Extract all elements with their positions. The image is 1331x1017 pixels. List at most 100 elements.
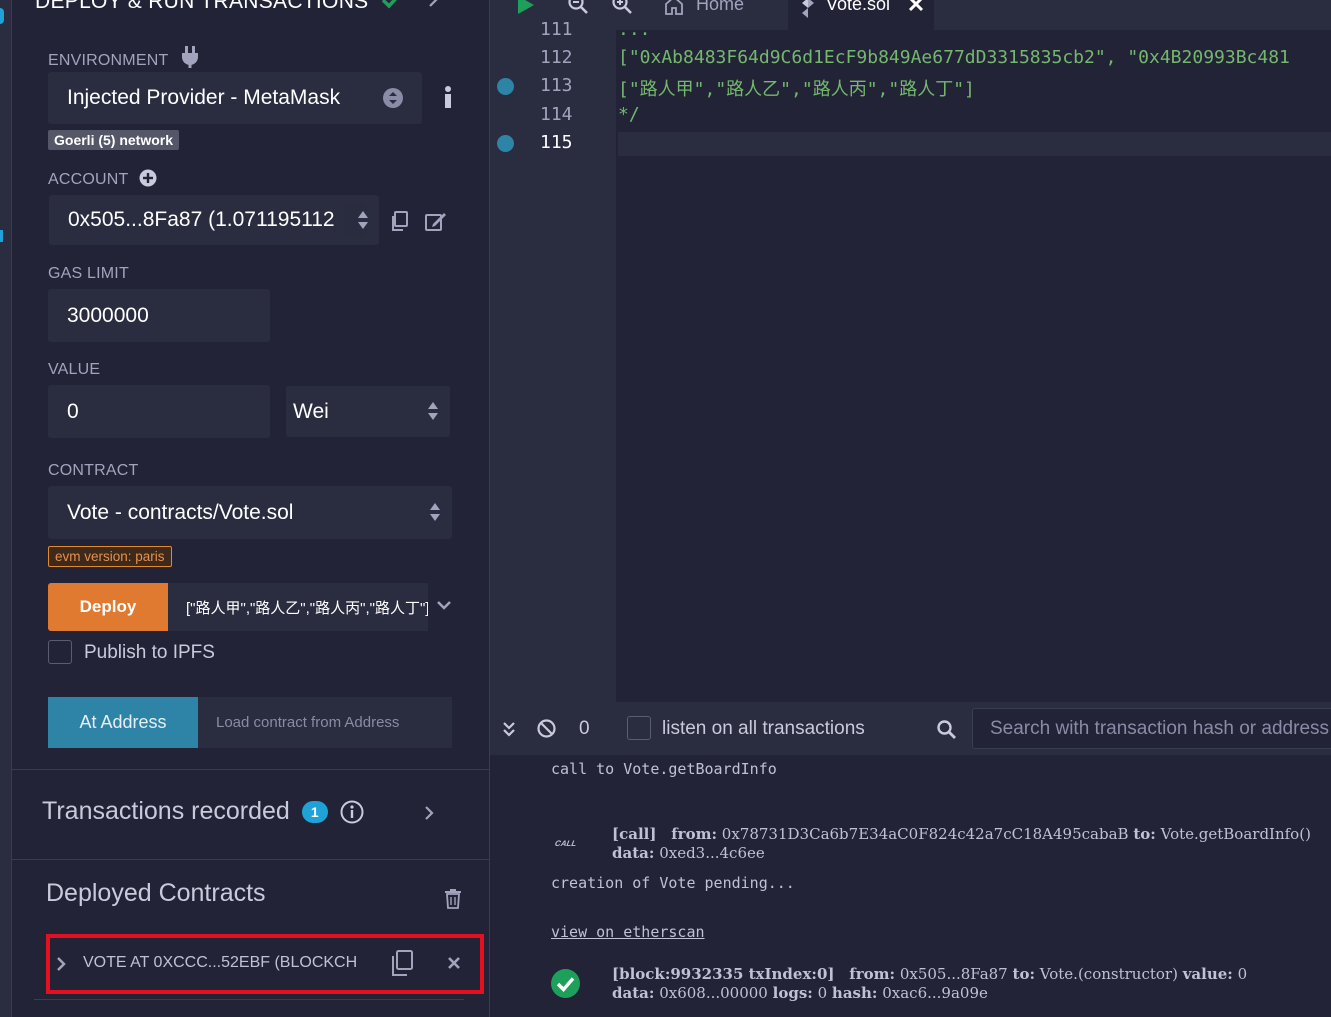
icon-sidebar: [0, 0, 12, 1017]
tab-vote-sol[interactable]: Vote.sol: [788, 0, 934, 30]
plugin-indicator: [0, 230, 3, 242]
deploy-button[interactable]: Deploy: [48, 583, 168, 631]
deploy-run-panel: DEPLOY & RUN TRANSACTIONS ENVIRONMENT In…: [12, 0, 489, 1017]
select-arrows-icon: [430, 503, 440, 521]
transactions-recorded-row[interactable]: Transactions recorded 1: [42, 797, 364, 826]
success-check-icon: [551, 969, 580, 998]
value-input[interactable]: 0: [48, 385, 270, 438]
value-unit: Wei: [293, 399, 329, 423]
etherscan-link[interactable]: view on etherscan: [551, 923, 705, 941]
tx-head: [block:9932335 txIndex:0]: [612, 965, 835, 983]
tx-from: 0x505...8Fa87: [899, 965, 1008, 983]
divider: [34, 999, 464, 1000]
account-label-row: ACCOUNT: [48, 169, 157, 189]
value-label: VALUE: [48, 361, 101, 378]
divider: [12, 859, 489, 860]
environment-label-row: ENVIRONMENT: [48, 46, 199, 70]
trash-icon[interactable]: [445, 889, 461, 909]
line-gutter: [490, 30, 616, 702]
zoom-in-icon[interactable]: [612, 0, 632, 14]
call-log-line2: data: 0xed3...4c6ee: [612, 844, 765, 862]
at-address-button[interactable]: At Address: [48, 697, 198, 748]
account-label: ACCOUNT: [48, 171, 129, 188]
chevron-right-icon[interactable]: [56, 956, 66, 972]
tx-hash: 0xac6...9a09e: [882, 984, 988, 1002]
current-line-highlight: [618, 132, 1331, 156]
breakpoint-marker[interactable]: [497, 78, 514, 95]
collapse-terminal-icon[interactable]: [502, 721, 516, 737]
clear-console-icon[interactable]: [537, 719, 556, 738]
home-icon: [665, 0, 683, 15]
value-unit-select[interactable]: Wei: [286, 386, 450, 437]
tx-data: 0x608...00000: [659, 984, 768, 1002]
transaction-search-input[interactable]: Search with transaction hash or address: [972, 708, 1331, 749]
chevron-right-icon[interactable]: [427, 0, 439, 8]
tab-vote-sol-label: Vote.sol: [826, 0, 891, 14]
contract-value: Vote - contracts/Vote.sol: [67, 500, 294, 524]
add-account-icon[interactable]: [139, 169, 157, 187]
plug-icon: [181, 46, 198, 68]
close-icon[interactable]: [447, 956, 461, 970]
divider: [12, 769, 489, 770]
contract-select[interactable]: Vote - contracts/Vote.sol: [48, 486, 452, 539]
from-label: from:: [671, 825, 718, 843]
log-call-line: call to Vote.getBoardInfo: [551, 760, 777, 778]
panel-title-row: DEPLOY & RUN TRANSACTIONS: [35, 0, 439, 14]
info-circle-icon[interactable]: [340, 800, 364, 824]
gas-limit-input[interactable]: 3000000: [48, 289, 270, 342]
code-line[interactable]: ...: [618, 19, 651, 40]
deployed-contract-item[interactable]: VOTE AT 0XCCC...52EBF (BLOCKCH: [46, 934, 484, 994]
account-select[interactable]: 0x505...8Fa87 (1.071195112: [49, 195, 379, 245]
value-amount: 0: [67, 399, 79, 423]
zoom-out-icon[interactable]: [568, 0, 588, 14]
deploy-args-input[interactable]: ["路人甲","路人乙","路人丙","路人丁"]: [168, 583, 428, 631]
listen-all-label: listen on all transactions: [662, 718, 865, 739]
call-tag: CALL: [554, 839, 578, 848]
logs-label: logs:: [772, 984, 813, 1002]
search-placeholder: Search with transaction hash or address: [990, 717, 1330, 739]
tx-to: Vote.(constructor): [1039, 965, 1178, 983]
to-label: to:: [1133, 825, 1156, 843]
transactions-count-badge: 1: [301, 800, 328, 823]
hash-label: hash:: [831, 984, 878, 1002]
call-head: [call]: [612, 825, 657, 843]
publish-ipfs-checkbox[interactable]: [48, 640, 72, 664]
tab-home[interactable]: Home: [664, 0, 744, 15]
chevron-right-icon[interactable]: [423, 805, 435, 821]
call-from: 0x78731D3Ca6b7E34aC0F824c42a7cC18A495cab…: [721, 825, 1129, 843]
at-address-input[interactable]: Load contract from Address: [198, 697, 452, 748]
chevron-down-icon[interactable]: [436, 600, 452, 612]
gas-limit-label: GAS LIMIT: [48, 265, 129, 282]
run-icon[interactable]: [516, 0, 536, 14]
environment-label: ENVIRONMENT: [48, 52, 169, 69]
account-value: 0x505...8Fa87 (1.071195112: [68, 208, 335, 231]
editor-tab-bar: Home Vote.sol: [490, 0, 1331, 30]
deployed-contract-label: VOTE AT 0XCCC...52EBF (BLOCKCH: [83, 954, 358, 971]
edit-icon[interactable]: [425, 211, 447, 231]
active-plugin-indicator: [0, 8, 4, 24]
listen-all-checkbox[interactable]: [627, 716, 651, 740]
check-icon: [381, 0, 397, 9]
code-line[interactable]: */: [618, 104, 640, 125]
environment-select[interactable]: Injected Provider - MetaMask: [48, 72, 422, 124]
deployed-contracts-label: Deployed Contracts: [46, 879, 266, 907]
pending-tx-count: 0: [579, 718, 590, 739]
close-tab-icon[interactable]: [908, 0, 924, 12]
code-line[interactable]: ["路人甲","路人乙","路人丙","路人丁"]: [618, 75, 975, 101]
call-to: Vote.getBoardInfo(): [1160, 825, 1311, 843]
line-number: 111: [540, 19, 573, 40]
copy-icon[interactable]: [390, 211, 408, 231]
to-label: to:: [1012, 965, 1035, 983]
gas-limit-value: 3000000: [67, 303, 149, 327]
copy-icon[interactable]: [391, 950, 413, 976]
network-badge: Goerli (5) network: [48, 130, 180, 150]
call-data: 0xed3...4c6ee: [659, 844, 765, 862]
evm-version-badge: evm version: paris: [48, 546, 172, 567]
info-icon[interactable]: [443, 86, 453, 108]
call-log-line1[interactable]: [call] from: 0x78731D3Ca6b7E34aC0F824c42…: [612, 825, 1311, 843]
tx-logs: 0: [817, 984, 828, 1002]
line-number: 115: [540, 132, 573, 153]
tx-log-line1[interactable]: [block:9932335 txIndex:0] from: 0x505...…: [612, 965, 1247, 983]
breakpoint-marker[interactable]: [497, 135, 514, 152]
code-line[interactable]: ["0xAb8483F64d9C6d1EcF9b849Ae677dD331583…: [618, 47, 1290, 68]
